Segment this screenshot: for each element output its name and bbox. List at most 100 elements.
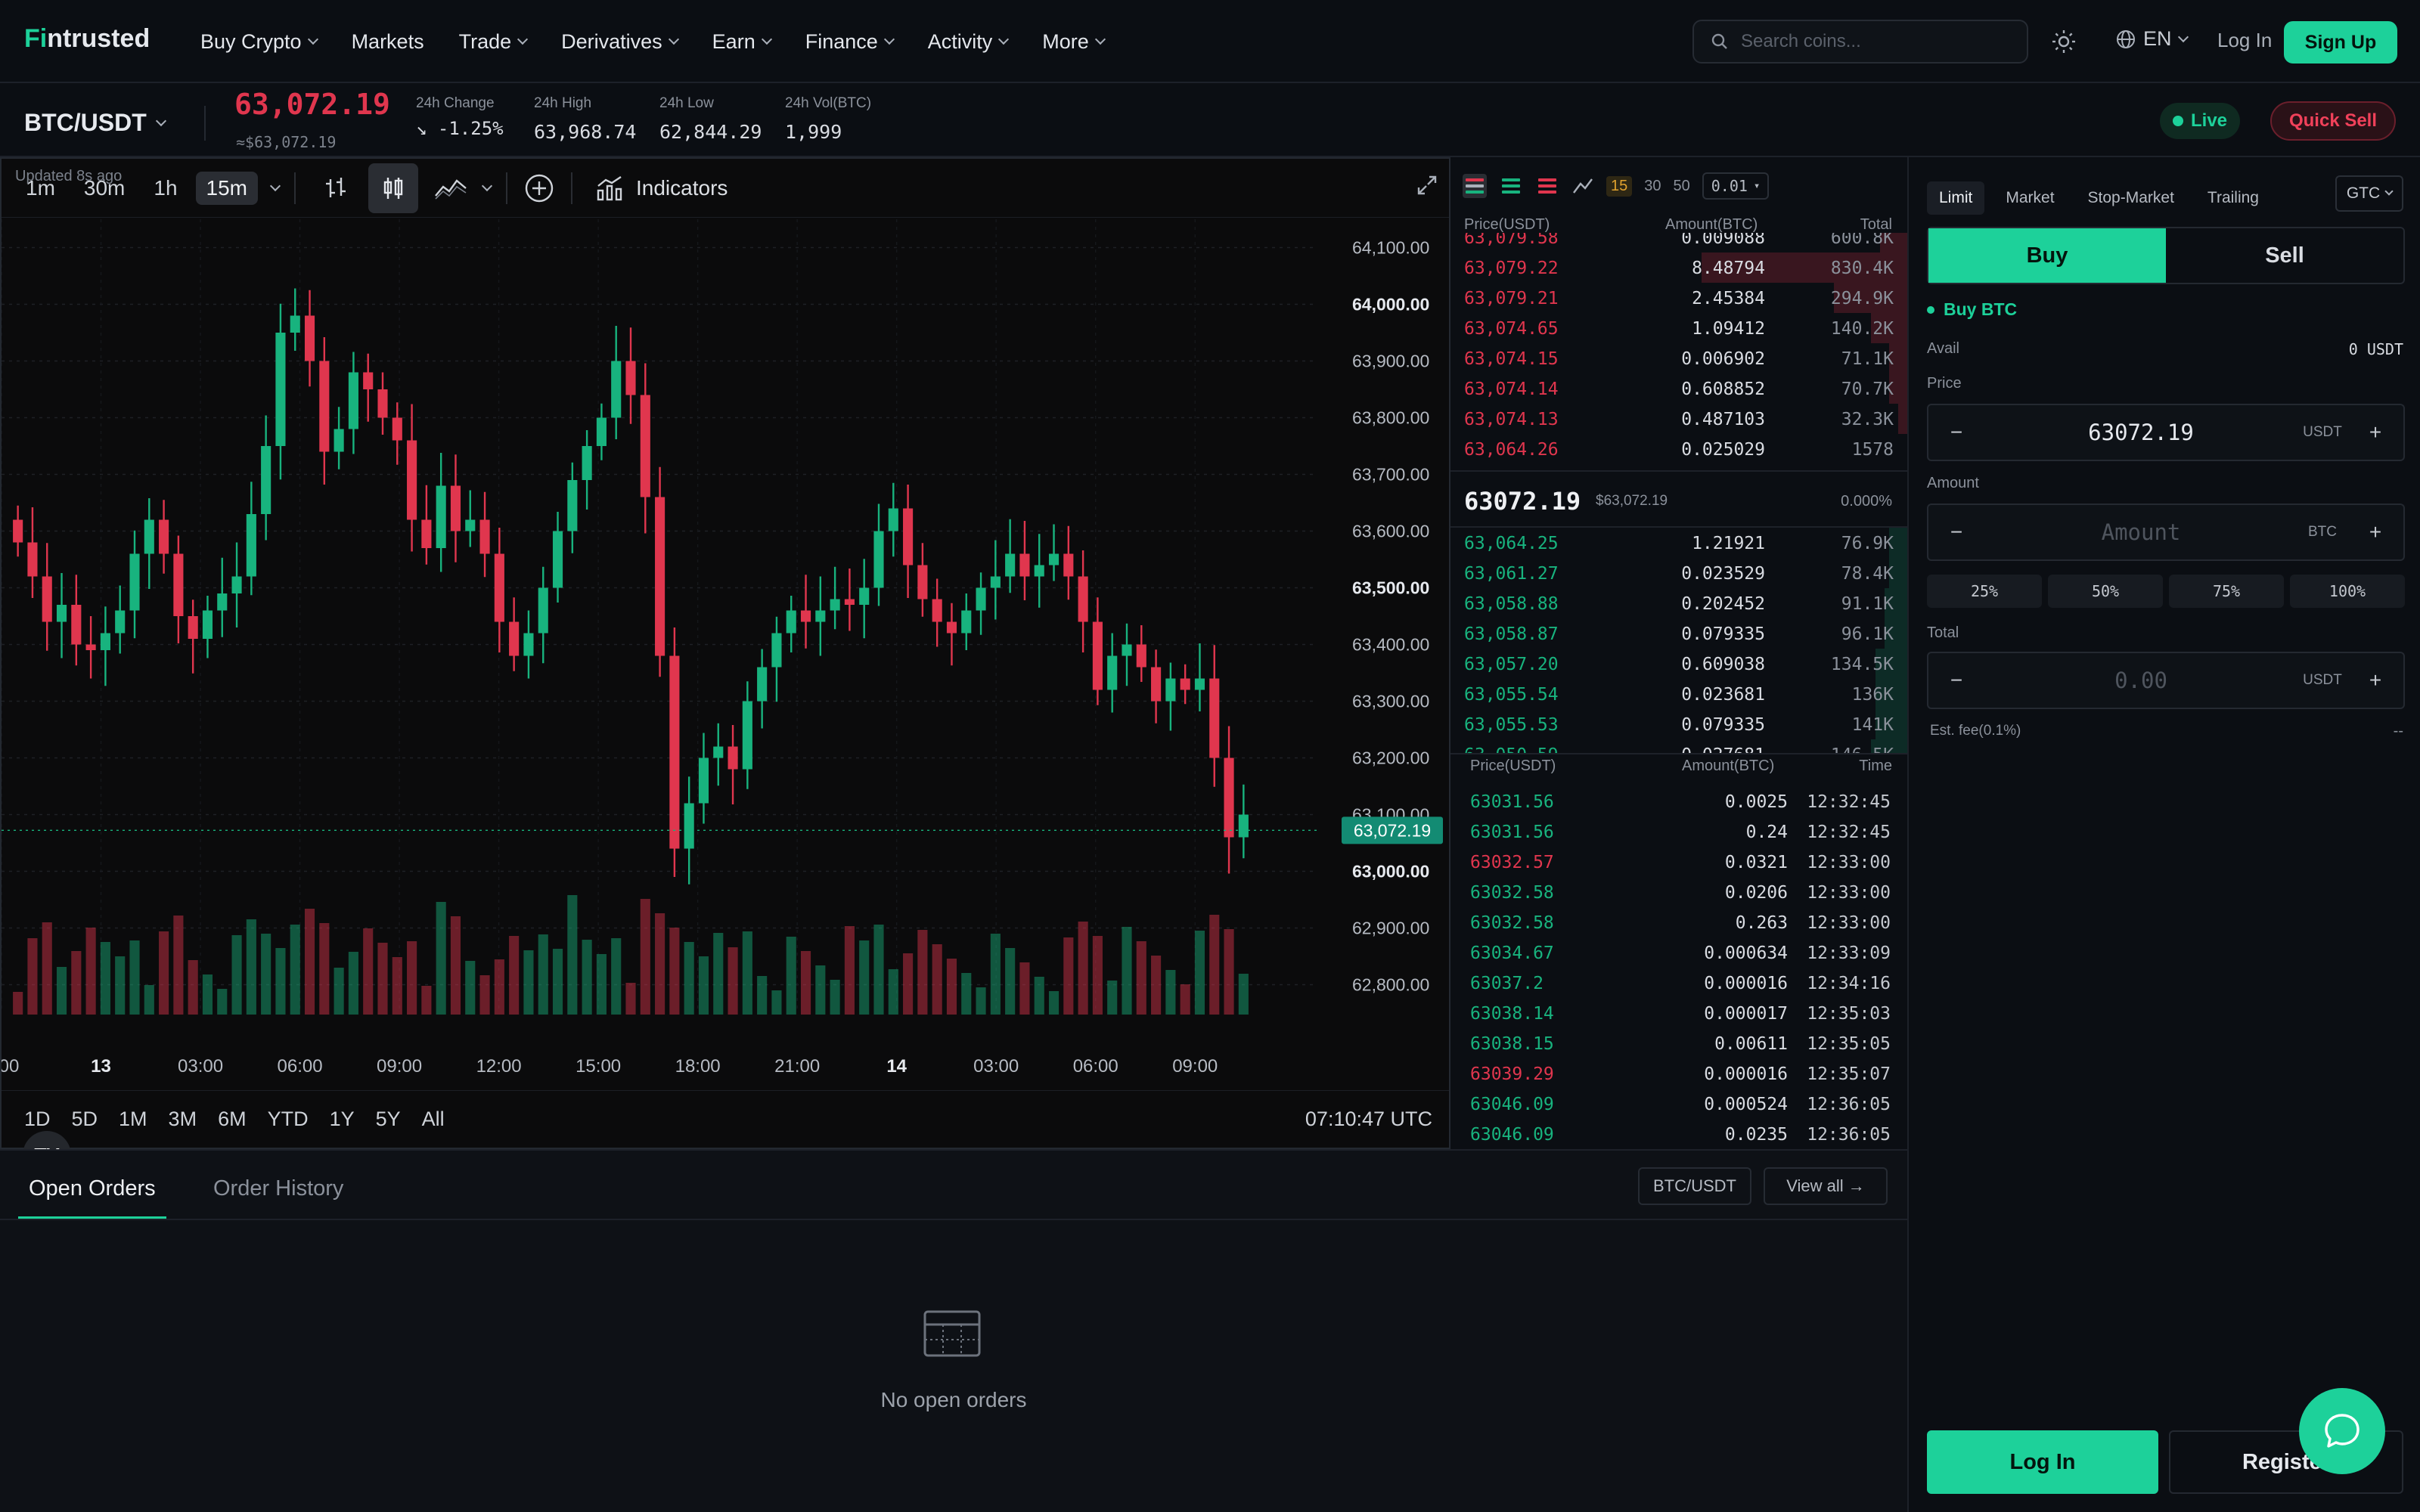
tab-limit[interactable]: Limit [1927, 181, 1985, 215]
depth-30[interactable]: 30 [1644, 178, 1661, 195]
nav-buy-crypto[interactable]: Buy Crypto [200, 30, 318, 54]
percent-50-button[interactable]: 50% [2048, 575, 2163, 608]
search-input[interactable] [1741, 31, 2013, 52]
range-ytd[interactable]: YTD [268, 1108, 309, 1131]
ask-row[interactable]: 63,079.58 0.009088 600.8K [1450, 233, 1907, 253]
bid-row[interactable]: 63,050.59 0.027681 146.5K [1450, 739, 1907, 753]
book-bids-icon[interactable] [1499, 174, 1523, 198]
buy-tab[interactable]: Buy [1928, 228, 2166, 283]
time-in-force-select[interactable]: GTC [2335, 175, 2403, 212]
percent-75-button[interactable]: 75% [2169, 575, 2284, 608]
bid-row[interactable]: 63,055.53 0.079335 141K [1450, 709, 1907, 739]
candle-body [188, 616, 198, 639]
nav-earn[interactable]: Earn [712, 30, 772, 54]
ask-row[interactable]: 63,079.21 2.45384 294.9K [1450, 283, 1907, 313]
nav-derivatives[interactable]: Derivatives [561, 30, 679, 54]
total-input[interactable] [1984, 668, 2297, 693]
tab-trailing[interactable]: Trailing [2195, 181, 2271, 215]
ask-row[interactable]: 63,074.13 0.487103 32.3K [1450, 404, 1907, 434]
depth-chart-icon[interactable] [1571, 175, 1594, 197]
range-5y[interactable]: 5Y [376, 1108, 401, 1131]
timeframe-1h[interactable]: 1h [143, 172, 188, 205]
volume-bar [1238, 974, 1249, 1015]
total-increment-button[interactable]: + [2347, 668, 2403, 692]
chevron-down-icon[interactable] [481, 180, 493, 191]
volume-bar [786, 937, 796, 1015]
percent-25-button[interactable]: 25% [1927, 575, 2042, 608]
bid-row[interactable]: 63,058.88 0.202452 91.1K [1450, 588, 1907, 618]
amount-increment-button[interactable]: + [2347, 520, 2403, 544]
area-style-button[interactable] [426, 163, 476, 213]
candle-body [1063, 553, 1074, 577]
indicators-button[interactable]: Indicators [595, 174, 728, 203]
price-increment-button[interactable]: + [2347, 420, 2403, 445]
candlestick-chart[interactable]: 64,100.00 64,000.00 63,900.00 63,800.00 63,7… [2, 219, 1449, 1089]
pair-selector[interactable]: BTC/USDT [24, 109, 166, 137]
bids-list: 63,064.25 1.21921 76.9K 63,061.27 0.023529 78… [1450, 528, 1907, 753]
depth-50[interactable]: 50 [1674, 178, 1690, 195]
ask-row[interactable]: 63,074.65 1.09412 140.2K [1450, 313, 1907, 343]
chevron-down-icon[interactable] [269, 180, 281, 191]
trade-time: 12:34:16 [1807, 974, 1891, 993]
range-all[interactable]: All [422, 1108, 445, 1131]
chat-support-button[interactable] [2299, 1388, 2385, 1474]
nav-markets[interactable]: Markets [352, 30, 424, 54]
signup-button[interactable]: Sign Up [2284, 21, 2397, 64]
candle-body [246, 514, 256, 577]
login-link[interactable]: Log In [2217, 29, 2272, 52]
login-button[interactable]: Log In [1927, 1430, 2158, 1494]
compare-add-icon[interactable] [523, 172, 556, 205]
tab-order-history[interactable]: Order History [213, 1176, 343, 1201]
nav-activity[interactable]: Activity [928, 30, 1010, 54]
tab-market[interactable]: Market [1993, 181, 2066, 215]
search-box[interactable] [1692, 20, 2028, 64]
tick-size-select[interactable]: 0.01 ▾ [1702, 172, 1770, 200]
pair-filter[interactable]: BTC/USDT [1638, 1167, 1751, 1205]
ask-row[interactable]: 63,079.22 8.48794 830.4K [1450, 253, 1907, 283]
nav-finance[interactable]: Finance [805, 30, 895, 54]
range-6m[interactable]: 6M [218, 1108, 247, 1131]
bar-style-button[interactable] [311, 163, 361, 213]
brand-logo[interactable]: Fintrusted [24, 24, 150, 54]
bid-row[interactable]: 63,061.27 0.023529 78.4K [1450, 558, 1907, 588]
price-decrement-button[interactable]: − [1928, 420, 1984, 445]
range-1d[interactable]: 1D [24, 1108, 51, 1131]
range-5d[interactable]: 5D [72, 1108, 98, 1131]
timeframe-15m[interactable]: 15m [195, 171, 258, 205]
book-asks-icon[interactable] [1535, 174, 1559, 198]
bid-row[interactable]: 63,058.87 0.079335 96.1K [1450, 618, 1907, 649]
amount-input[interactable] [1984, 519, 2297, 545]
total-decrement-button[interactable]: − [1928, 668, 1984, 692]
book-both-icon[interactable] [1463, 174, 1487, 198]
col-amount: Amount(BTC) [1665, 216, 1758, 233]
amount-decrement-button[interactable]: − [1928, 520, 1984, 544]
range-1y[interactable]: 1Y [330, 1108, 355, 1131]
nav-trade[interactable]: Trade [459, 30, 529, 54]
bid-row[interactable]: 63,057.20 0.609038 134.5K [1450, 649, 1907, 679]
bid-row[interactable]: 63,064.25 1.21921 76.9K [1450, 528, 1907, 558]
candle-body [523, 633, 534, 656]
trade-row: 63039.29 0.000016 12:35:07 [1450, 1058, 1907, 1089]
price-input[interactable] [1984, 420, 2297, 445]
tab-stop-market[interactable]: Stop-Market [2076, 181, 2186, 215]
ask-row[interactable]: 63,074.15 0.006902 71.1K [1450, 343, 1907, 373]
candle-style-button[interactable] [368, 163, 418, 213]
nav-more[interactable]: More [1042, 30, 1106, 54]
utc-clock[interactable]: 07:10:47 UTC [1305, 1108, 1432, 1131]
range-3m[interactable]: 3M [169, 1108, 197, 1131]
percent-100-button[interactable]: 100% [2290, 575, 2405, 608]
language-selector[interactable]: EN [2116, 27, 2189, 51]
ask-row[interactable]: 63,074.14 0.608852 70.7K [1450, 373, 1907, 404]
tab-open-orders[interactable]: Open Orders [18, 1176, 166, 1219]
quick-sell-button[interactable]: Quick Sell [2270, 101, 2396, 141]
depth-15[interactable]: 15 [1606, 175, 1633, 197]
bid-row[interactable]: 63,055.54 0.023681 136K [1450, 679, 1907, 709]
theme-toggle-icon[interactable] [2051, 29, 2077, 54]
sell-tab[interactable]: Sell [2166, 228, 2403, 283]
volume-bar [903, 953, 914, 1015]
trade-price: 63038.14 [1470, 1004, 1554, 1024]
fullscreen-icon[interactable] [1416, 174, 1438, 197]
range-1m[interactable]: 1M [119, 1108, 147, 1131]
view-all-button[interactable]: View all → [1764, 1167, 1888, 1205]
ask-row[interactable]: 63,064.26 0.025029 1578 [1450, 434, 1907, 464]
